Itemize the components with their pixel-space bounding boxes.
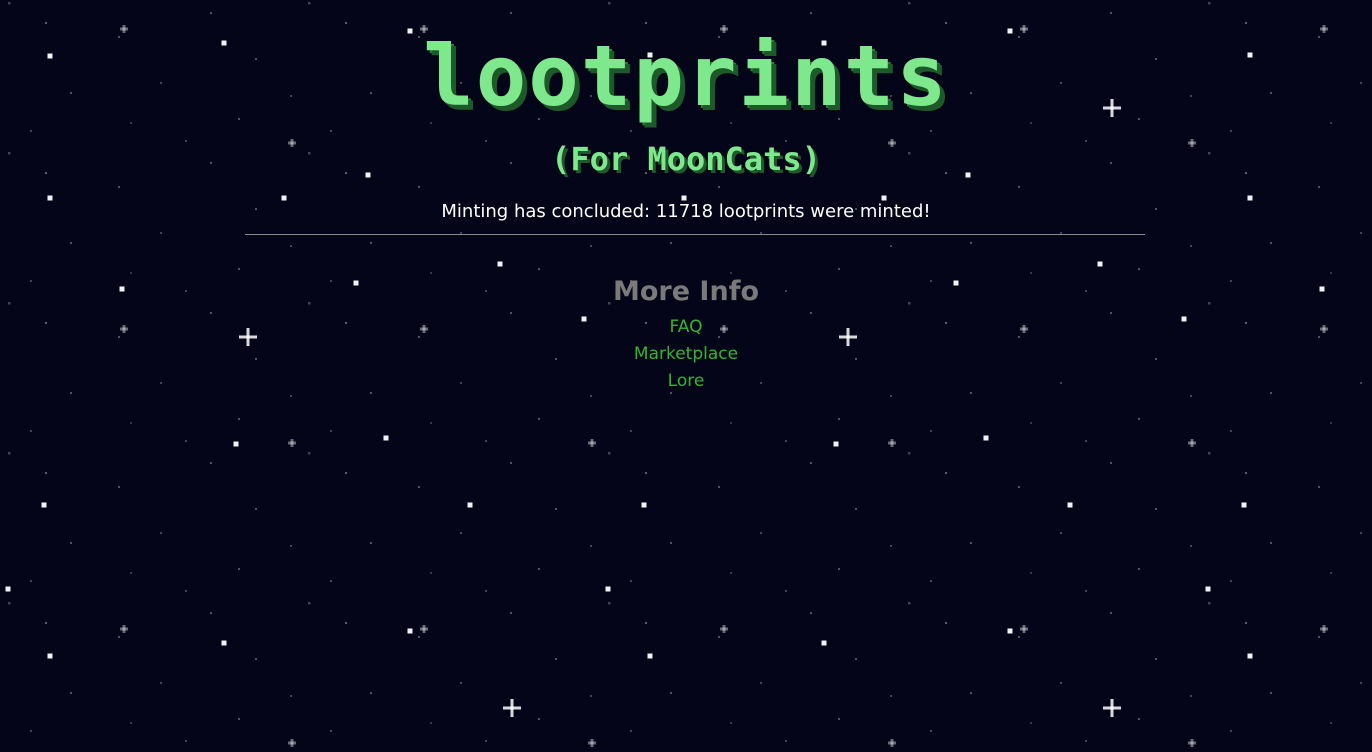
lore-link[interactable]: Lore: [668, 371, 705, 391]
list-item: FAQ: [0, 315, 1372, 342]
minting-status-text: Minting has concluded: 11718 lootprints …: [441, 201, 931, 222]
list-item: Lore: [0, 369, 1372, 396]
site-subtitle: (For MoonCats): [551, 140, 821, 178]
marketplace-link[interactable]: Marketplace: [634, 344, 738, 364]
more-info-heading: More Info: [612, 276, 759, 307]
faq-link[interactable]: FAQ: [670, 317, 703, 337]
divider: [245, 234, 1145, 235]
site-title: lootprints: [423, 27, 949, 125]
more-info-links: FAQ Marketplace Lore: [0, 315, 1372, 396]
list-item: Marketplace: [0, 342, 1372, 369]
page-content: lootprints (For MoonCats) Minting has co…: [0, 0, 1372, 752]
